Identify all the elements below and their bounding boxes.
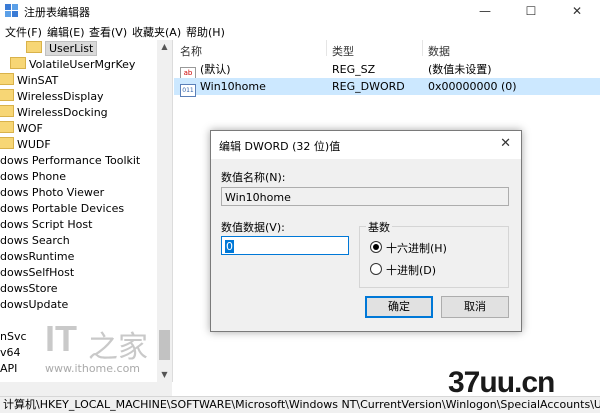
tree-item[interactable]: v64 — [0, 345, 21, 361]
scroll-down-icon[interactable]: ▼ — [157, 370, 172, 379]
dialog-title-bar: 编辑 DWORD (32 位)值 ✕ — [211, 131, 521, 159]
radio-selected-dot — [373, 244, 379, 250]
tree-item[interactable]: dowsStore — [0, 281, 58, 297]
dialog-close-button[interactable]: ✕ — [500, 136, 511, 151]
close-button[interactable]: ✕ — [554, 0, 600, 22]
tree-horizontal-scrollbar[interactable] — [0, 382, 172, 396]
value-row[interactable]: ab (默认) REG_SZ (数值未设置) — [174, 61, 600, 80]
menu-bar: 文件(F) 编辑(E) 查看(V) 收藏夹(A) 帮助(H) — [0, 22, 600, 39]
folder-icon — [26, 41, 42, 53]
folder-icon — [10, 57, 26, 69]
menu-edit[interactable]: 编辑(E) — [47, 24, 85, 40]
tree-item[interactable]: WirelessDisplay — [0, 89, 104, 105]
folder-icon — [0, 89, 14, 101]
tree-item[interactable]: WUDF — [0, 137, 51, 153]
folder-icon — [0, 121, 14, 133]
ithome-logo-watermark-cn: 之家 — [88, 330, 148, 365]
tree-item[interactable]: dows Performance Toolkit — [0, 153, 140, 169]
menu-view[interactable]: 查看(V) — [89, 24, 127, 40]
cancel-button[interactable]: 取消 — [441, 296, 509, 318]
tree-item[interactable]: dows Phone — [0, 169, 66, 185]
minimize-button[interactable]: — — [462, 0, 508, 22]
column-header-type[interactable]: 类型 — [332, 43, 354, 59]
maximize-button[interactable]: ☐ — [508, 0, 554, 22]
column-divider[interactable] — [326, 40, 327, 56]
column-header-name[interactable]: 名称 — [180, 43, 202, 59]
tree-item-userlist[interactable]: UserList — [26, 41, 98, 57]
menu-favorites[interactable]: 收藏夹(A) — [132, 24, 181, 40]
value-name-label: 数值名称(N): — [221, 171, 286, 184]
tree-item[interactable]: dowsUpdate — [0, 297, 68, 313]
tree-item[interactable]: dows Search — [0, 233, 70, 249]
value-data-label: 数值数据(V): — [221, 221, 285, 234]
tree-item[interactable]: API — [0, 361, 17, 377]
dec-radio-label[interactable]: 十进制(D) — [386, 262, 436, 278]
column-divider[interactable] — [422, 40, 423, 56]
scroll-thumb[interactable] — [159, 330, 170, 360]
ithome-url-watermark: www.ithome.com — [45, 362, 141, 375]
tree-item[interactable]: dows Portable Devices — [0, 201, 124, 217]
base-groupbox: 基数 十六进制(H) 十进制(D) — [359, 219, 509, 288]
tree-item[interactable]: dows Script Host — [0, 217, 92, 233]
site-watermark: 37uu.cn — [448, 366, 555, 399]
value-data-input[interactable]: 0 — [221, 236, 349, 255]
tree-item[interactable]: WinSAT — [0, 73, 58, 89]
folder-icon — [0, 73, 14, 85]
edit-dword-dialog: 编辑 DWORD (32 位)值 ✕ 数值名称(N): Win10home 数值… — [210, 130, 522, 332]
value-name-field: Win10home — [221, 187, 509, 206]
menu-file[interactable]: 文件(F) — [5, 24, 42, 40]
tree-item[interactable]: dows Photo Viewer — [0, 185, 104, 201]
title-bar: 注册表编辑器 — ☐ ✕ — [0, 0, 600, 22]
tree-item[interactable]: dowsRuntime — [0, 249, 74, 265]
hex-radio[interactable] — [370, 241, 382, 253]
scroll-up-icon[interactable]: ▲ — [157, 42, 172, 51]
folder-icon — [0, 105, 14, 117]
tree-item[interactable]: dowsSelfHost — [0, 265, 74, 281]
ithome-logo-watermark: IT — [45, 318, 77, 359]
regedit-app-icon — [5, 4, 18, 17]
tree-item[interactable]: WirelessDocking — [0, 105, 108, 121]
binary-value-icon: 011 — [180, 84, 196, 97]
tree-vertical-scrollbar[interactable]: ▲ ▼ — [157, 40, 172, 382]
tree-item[interactable]: VolatileUserMgrKey — [10, 57, 135, 73]
tree-item[interactable]: WOF — [0, 121, 43, 137]
ok-button[interactable]: 确定 — [365, 296, 433, 318]
column-header-data[interactable]: 数据 — [428, 43, 450, 59]
tree-item[interactable]: nSvc — [0, 329, 27, 345]
folder-icon — [0, 137, 14, 149]
base-label: 基数 — [366, 219, 392, 235]
dialog-title: 编辑 DWORD (32 位)值 — [219, 140, 341, 153]
status-bar: 计算机\HKEY_LOCAL_MACHINE\SOFTWARE\Microsof… — [0, 396, 600, 413]
hex-radio-label[interactable]: 十六进制(H) — [386, 240, 447, 256]
menu-help[interactable]: 帮助(H) — [186, 24, 225, 40]
dec-radio[interactable] — [370, 263, 382, 275]
value-row-selected[interactable]: 011 Win10home REG_DWORD 0x00000000 (0) — [174, 78, 600, 97]
window-title: 注册表编辑器 — [24, 6, 90, 19]
